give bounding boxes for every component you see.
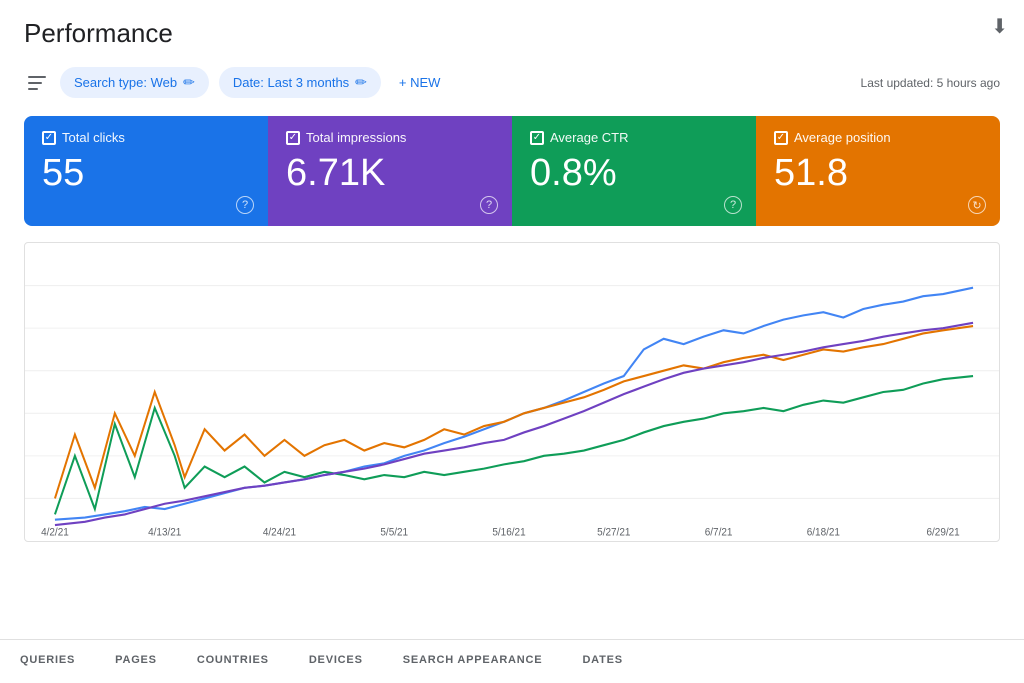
metric-header-impressions: Total impressions [286, 130, 494, 145]
metric-label-impressions: Total impressions [306, 130, 406, 145]
metric-value-position: 51.8 [774, 153, 982, 195]
svg-text:6/7/21: 6/7/21 [705, 527, 733, 538]
metric-card-average-ctr[interactable]: Average CTR 0.8% ? [512, 116, 756, 226]
download-icon[interactable]: ⬇ [991, 14, 1008, 39]
chart-svg: 4/2/21 4/13/21 4/24/21 5/5/21 5/16/21 5/… [25, 243, 999, 541]
search-type-label: Search type: Web [74, 75, 177, 90]
page-wrapper: ⬇ Performance Search type: Web ✏ Date: L… [0, 0, 1024, 683]
tab-dates[interactable]: DATES [562, 640, 642, 683]
svg-text:6/18/21: 6/18/21 [807, 527, 840, 538]
filter-icon-button[interactable] [24, 72, 50, 94]
metric-info-ctr[interactable]: ? [724, 196, 742, 214]
metric-card-total-impressions[interactable]: Total impressions 6.71K ? [268, 116, 512, 226]
tab-countries[interactable]: COUNTRIES [177, 640, 289, 683]
tab-devices[interactable]: DEVICES [289, 640, 383, 683]
metric-header-position: Average position [774, 130, 982, 145]
chart-area: 4/2/21 4/13/21 4/24/21 5/5/21 5/16/21 5/… [24, 242, 1000, 542]
toolbar: Search type: Web ✏ Date: Last 3 months ✏… [0, 57, 1024, 110]
metric-info-impressions[interactable]: ? [480, 196, 498, 214]
tab-pages[interactable]: PAGES [95, 640, 177, 683]
header: Performance [0, 0, 1024, 57]
new-button[interactable]: + NEW [391, 69, 449, 96]
bottom-tabs: QUERIES PAGES COUNTRIES DEVICES SEARCH A… [0, 639, 1024, 683]
metric-card-average-position[interactable]: Average position 51.8 ↻ [756, 116, 1000, 226]
metric-header-ctr: Average CTR [530, 130, 738, 145]
svg-text:5/16/21: 5/16/21 [492, 527, 525, 538]
search-type-chip[interactable]: Search type: Web ✏ [60, 67, 209, 98]
svg-text:4/13/21: 4/13/21 [148, 527, 181, 538]
metric-checkbox-impressions[interactable] [286, 131, 300, 145]
metric-info-position[interactable]: ↻ [968, 196, 986, 214]
metric-header-clicks: Total clicks [42, 130, 250, 145]
date-range-edit-icon: ✏ [355, 74, 367, 91]
svg-text:6/29/21: 6/29/21 [926, 527, 959, 538]
metric-card-total-clicks[interactable]: Total clicks 55 ? [24, 116, 268, 226]
last-updated-text: Last updated: 5 hours ago [861, 76, 1000, 90]
date-range-label: Date: Last 3 months [233, 75, 349, 90]
date-range-chip[interactable]: Date: Last 3 months ✏ [219, 67, 381, 98]
metrics-row: Total clicks 55 ? Total impressions 6.71… [24, 116, 1000, 226]
svg-text:4/2/21: 4/2/21 [41, 527, 69, 538]
metric-value-impressions: 6.71K [286, 153, 494, 195]
metric-checkbox-ctr[interactable] [530, 131, 544, 145]
svg-text:5/5/21: 5/5/21 [380, 527, 408, 538]
svg-text:5/27/21: 5/27/21 [597, 527, 630, 538]
search-type-edit-icon: ✏ [183, 74, 195, 91]
metric-value-ctr: 0.8% [530, 153, 738, 195]
metric-info-clicks[interactable]: ? [236, 196, 254, 214]
metric-label-position: Average position [794, 130, 891, 145]
metric-checkbox-clicks[interactable] [42, 131, 56, 145]
metric-label-ctr: Average CTR [550, 130, 629, 145]
tab-queries[interactable]: QUERIES [0, 640, 95, 683]
svg-text:4/24/21: 4/24/21 [263, 527, 296, 538]
tab-search-appearance[interactable]: SEARCH APPEARANCE [383, 640, 563, 683]
metric-checkbox-position[interactable] [774, 131, 788, 145]
page-title: Performance [24, 18, 1000, 49]
metric-label-clicks: Total clicks [62, 130, 125, 145]
metric-value-clicks: 55 [42, 153, 250, 195]
